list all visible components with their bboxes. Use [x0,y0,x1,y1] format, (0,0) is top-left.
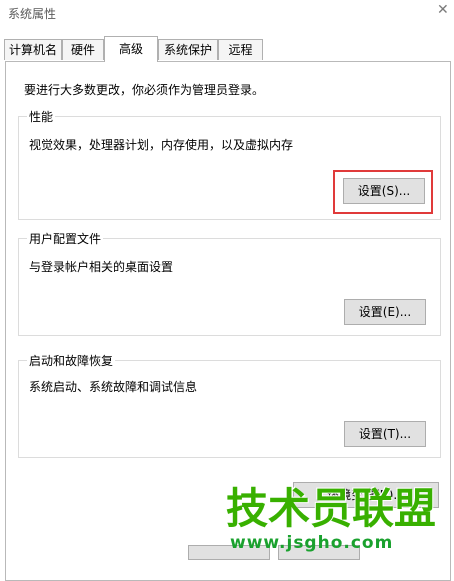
tab-hardware[interactable]: 硬件 [62,39,104,60]
performance-group-title: 性能 [27,108,56,125]
environment-variables-button[interactable]: 环境变量(N)... [293,482,439,508]
tab-bar: 计算机名 硬件 高级 系统保护 远程 [0,36,454,62]
title-bar: 系统属性 ✕ [0,0,454,30]
user-profiles-group-title: 用户配置文件 [27,230,104,247]
performance-group-desc: 视觉效果，处理器计划，内存使用，以及虚拟内存 [29,138,294,152]
tab-advanced[interactable]: 高级 [104,36,158,62]
cancel-button[interactable] [278,545,360,560]
tab-remote[interactable]: 远程 [218,39,263,60]
window-title: 系统属性 [8,7,57,21]
startup-recovery-group-title: 启动和故障恢复 [27,352,116,369]
close-icon[interactable]: ✕ [437,2,449,18]
tab-computer-name[interactable]: 计算机名 [4,39,62,60]
user-profiles-group-desc: 与登录帐户相关的桌面设置 [29,260,174,274]
tab-system-protection[interactable]: 系统保护 [158,39,218,60]
performance-settings-button[interactable]: 设置(S)... [343,178,425,204]
user-profiles-settings-button[interactable]: 设置(E)... [344,299,426,325]
ok-button[interactable] [188,545,270,560]
startup-recovery-settings-button[interactable]: 设置(T)... [344,421,426,447]
admin-note: 要进行大多数更改，你必须作为管理员登录。 [24,83,265,97]
startup-recovery-group-desc: 系统启动、系统故障和调试信息 [29,380,198,394]
